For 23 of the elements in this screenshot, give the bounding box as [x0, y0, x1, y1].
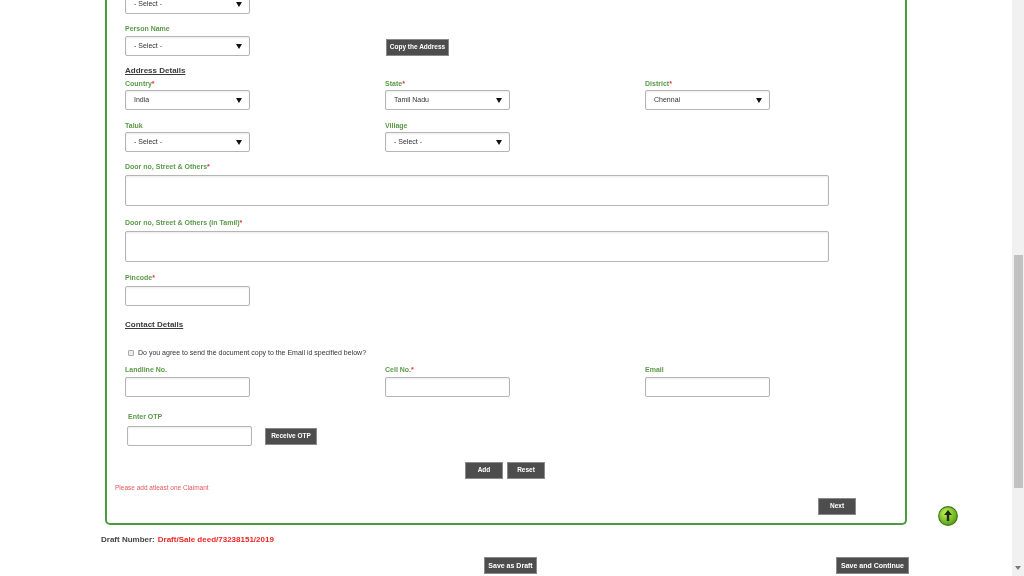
text-field[interactable]	[127, 426, 252, 446]
scroll-to-top-icon[interactable]	[938, 506, 958, 526]
scrollbar[interactable]	[1012, 0, 1024, 576]
text-field[interactable]	[125, 377, 250, 397]
caret-icon	[236, 1, 242, 7]
caret-icon	[756, 97, 762, 103]
section-heading: Address Details	[125, 66, 186, 76]
caret-icon	[236, 139, 242, 145]
text-field[interactable]	[385, 377, 510, 397]
caret-icon	[496, 139, 502, 145]
section-heading: Contact Details	[125, 320, 184, 330]
text-field[interactable]	[125, 286, 250, 306]
caret-icon	[496, 97, 502, 103]
scroll-down-icon[interactable]	[1015, 566, 1021, 570]
text-area[interactable]	[125, 231, 829, 262]
scrollbar-thumb[interactable]	[1013, 255, 1023, 488]
text-field[interactable]	[645, 377, 770, 397]
caret-icon	[236, 97, 242, 103]
checkbox[interactable]	[128, 350, 134, 356]
text-area[interactable]	[125, 175, 829, 206]
draft-number-value: Draft/Sale deed/73238151/2019	[157, 534, 274, 546]
caret-icon	[236, 43, 242, 49]
draft-number-label: Draft Number:	[101, 534, 155, 546]
